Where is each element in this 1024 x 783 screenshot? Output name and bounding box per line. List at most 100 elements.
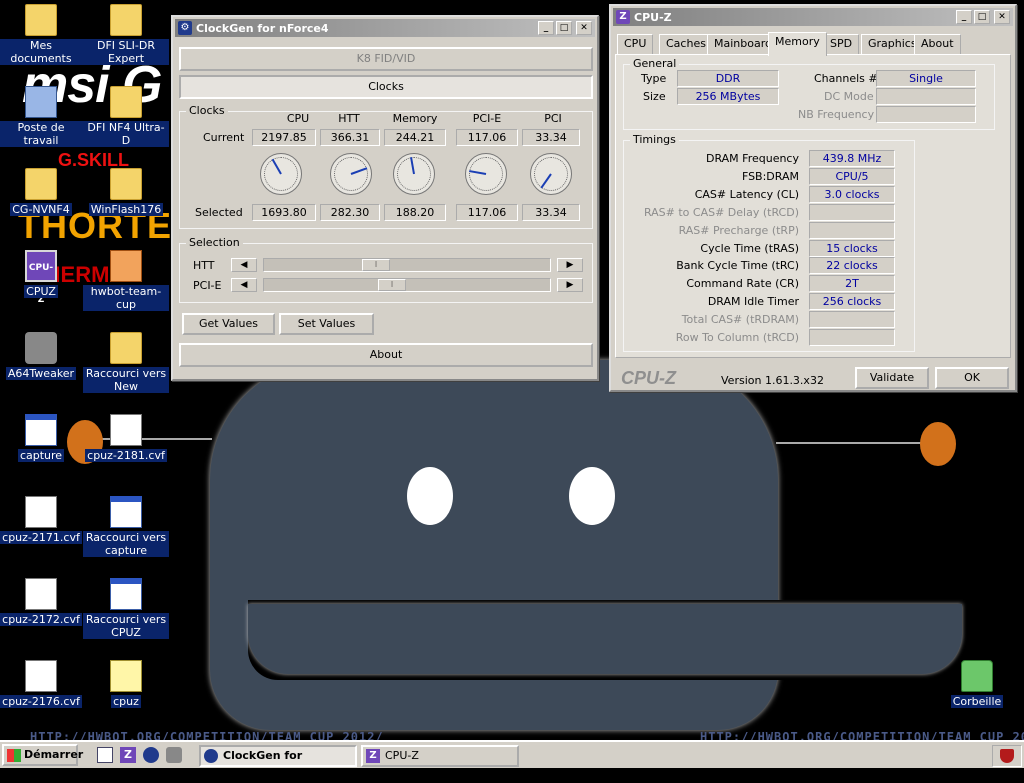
desktop-icon-raccourci-new[interactable]: Raccourci vers New bbox=[83, 332, 169, 393]
k8-fid-vid-button[interactable]: K8 FID/VID bbox=[179, 47, 593, 71]
pcie-slider-label: PCI-E bbox=[193, 279, 222, 292]
desktop-icon-corbeille[interactable]: Corbeille bbox=[934, 660, 1020, 708]
htt-slider-thumb[interactable]: ⁝ bbox=[362, 259, 390, 271]
desktop-icon-winflash[interactable]: WinFlash176 bbox=[83, 168, 169, 216]
desktop-icon-cpuz-2181[interactable]: cpuz-2181.cvf bbox=[83, 414, 169, 462]
cpuz-brand-logo: CPU-Z bbox=[621, 368, 676, 388]
timing-value: 2T bbox=[809, 275, 895, 293]
desktop-icon-hwbot-team-cup[interactable]: hwbot-team-cup bbox=[83, 250, 169, 311]
taskbar-item-label: ClockGen for nForce4 bbox=[223, 749, 303, 780]
cpuz-quicklaunch-icon[interactable]: Z bbox=[120, 747, 136, 763]
clockgen-titlebar[interactable]: ⚙ ClockGen for nForce4 _ □ ✕ bbox=[175, 19, 595, 37]
clockgen-quicklaunch-icon[interactable] bbox=[143, 747, 159, 763]
a64tweaker-quicklaunch-icon[interactable] bbox=[166, 747, 182, 763]
tab-spd[interactable]: SPD bbox=[823, 34, 860, 54]
desktop-icon-mes-documents[interactable]: Mes documents bbox=[0, 4, 84, 65]
maximize-button[interactable]: □ bbox=[974, 10, 990, 24]
desktop-icon-cpuz-2171[interactable]: cpuz-2171.cvf bbox=[0, 496, 84, 544]
minimize-button[interactable]: _ bbox=[956, 10, 972, 24]
taskbar-item-cpuz[interactable]: Z CPU-Z bbox=[361, 745, 519, 767]
cpuz-title: CPU-Z bbox=[634, 10, 672, 24]
maximize-button[interactable]: □ bbox=[556, 21, 572, 35]
close-button[interactable]: ✕ bbox=[576, 21, 592, 35]
desktop-icon-capture[interactable]: capture bbox=[0, 414, 84, 462]
hwbot-icon bbox=[110, 250, 142, 282]
about-button[interactable]: About bbox=[179, 343, 593, 367]
ok-button[interactable]: OK bbox=[935, 367, 1009, 389]
show-desktop-icon[interactable] bbox=[97, 747, 113, 763]
desktop-icon-raccourci-cpuz[interactable]: Raccourci vers CPUZ bbox=[83, 578, 169, 639]
taskbar-item-clockgen[interactable]: ClockGen for nForce4 bbox=[199, 745, 357, 780]
desktop-icon-cpuz-2176[interactable]: cpuz-2176.cvf bbox=[0, 660, 84, 708]
pcie-slider-thumb[interactable]: ⁝ bbox=[378, 279, 406, 291]
selected-cpu-field: 1693.80 bbox=[252, 204, 316, 221]
mascot-right-eye bbox=[569, 467, 615, 525]
desktop-icon-dfi-nf4[interactable]: DFI NF4 Ultra-D bbox=[83, 86, 169, 147]
col-htt-header: HTT bbox=[338, 112, 360, 125]
desktop-icon-label: Corbeille bbox=[950, 695, 1004, 708]
desktop-icon-label: hwbot-team-cup bbox=[83, 285, 169, 311]
desktop-icon-cpuz[interactable]: CPU-Z CPUZ bbox=[0, 250, 84, 305]
htt-decrease-button[interactable]: ◀ bbox=[231, 258, 257, 272]
selection-group-label: Selection bbox=[186, 236, 243, 249]
desktop-icon-label: capture bbox=[17, 449, 65, 462]
pcie-slider[interactable]: ⁝ bbox=[263, 278, 551, 292]
desktop-icon-label: CPUZ bbox=[24, 285, 58, 298]
wallpaper-url-left: HTTP://HWBOT.ORG/COMPETITION/TEAM_CUP_20… bbox=[30, 730, 384, 740]
set-values-button[interactable]: Set Values bbox=[279, 313, 374, 335]
start-button[interactable]: Démarrer bbox=[2, 744, 83, 766]
timing-label: Command Rate (CR) bbox=[686, 277, 799, 291]
cvf-file-icon bbox=[25, 496, 57, 528]
security-shield-icon[interactable] bbox=[1000, 749, 1014, 763]
folder-icon bbox=[110, 168, 142, 200]
timing-value: 22 clocks bbox=[809, 257, 895, 275]
type-label: Type bbox=[641, 72, 667, 85]
tab-about[interactable]: About bbox=[914, 34, 961, 54]
validate-button[interactable]: Validate bbox=[855, 367, 929, 389]
tab-memory[interactable]: Memory bbox=[768, 32, 827, 56]
gauge-needle bbox=[410, 157, 415, 175]
channels-label: Channels # bbox=[814, 72, 878, 85]
desktop-icon-dfi-sli-dr[interactable]: DFI SLI-DR Expert bbox=[83, 4, 169, 65]
timings-group-label: Timings bbox=[630, 133, 679, 146]
get-values-button[interactable]: Get Values bbox=[182, 313, 275, 335]
cpuz-titlebar[interactable]: Z CPU-Z _ □ ✕ bbox=[613, 8, 1013, 26]
tab-cpu[interactable]: CPU bbox=[617, 34, 654, 54]
desktop-icon-label: cpuz-2172.cvf bbox=[0, 613, 82, 626]
close-button[interactable]: ✕ bbox=[994, 10, 1010, 24]
cpuz-app-icon: CPU-Z bbox=[25, 250, 57, 305]
desktop-icon-poste-de-travail[interactable]: Poste de travail bbox=[0, 86, 84, 147]
current-label: Current bbox=[203, 131, 245, 144]
desktop-icon-cpuz-notes[interactable]: cpuz bbox=[83, 660, 169, 708]
timing-value: CPU/5 bbox=[809, 167, 895, 185]
desktop-icon-a64tweaker[interactable]: A64Tweaker bbox=[0, 332, 84, 380]
desktop-icon-cg-nvnf4[interactable]: CG-NVNF4 bbox=[0, 168, 84, 216]
timing-label: Total CAS# (tRDRAM) bbox=[681, 313, 799, 327]
desktop-icon-label: DFI NF4 Ultra-D bbox=[83, 121, 169, 147]
col-memory-header: Memory bbox=[392, 112, 438, 125]
col-pcie-header: PCI-E bbox=[472, 112, 502, 125]
taskbar: Démarrer Z ClockGen for nForce4 Z CPU-Z bbox=[0, 740, 1024, 780]
desktop-icon-label: WinFlash176 bbox=[88, 203, 164, 216]
recycle-bin-icon bbox=[961, 660, 993, 692]
clocks-button[interactable]: Clocks bbox=[179, 75, 593, 99]
tab-caches[interactable]: Caches bbox=[659, 34, 713, 54]
mascot-left-eye bbox=[407, 467, 453, 525]
timing-label: RAS# to CAS# Delay (tRCD) bbox=[643, 205, 799, 219]
type-value: DDR bbox=[677, 70, 779, 87]
wallpaper-url-right: HTTP://HWBOT.ORG/COMPETITION/TEAM_CUP_20… bbox=[700, 730, 1024, 740]
pcie-increase-button[interactable]: ▶ bbox=[557, 278, 583, 292]
mascot-chin bbox=[248, 604, 962, 674]
timing-label: DRAM Frequency bbox=[705, 152, 799, 165]
htt-slider[interactable]: ⁝ bbox=[263, 258, 551, 272]
timing-label: RAS# Precharge (tRP) bbox=[678, 223, 799, 237]
desktop-icon-cpuz-2172[interactable]: cpuz-2172.cvf bbox=[0, 578, 84, 626]
timing-label: Bank Cycle Time (tRC) bbox=[676, 259, 799, 273]
htt-increase-button[interactable]: ▶ bbox=[557, 258, 583, 272]
gauge-needle bbox=[350, 167, 368, 175]
cvf-file-icon bbox=[25, 578, 57, 610]
cpu-gauge bbox=[260, 153, 302, 195]
pcie-decrease-button[interactable]: ◀ bbox=[231, 278, 257, 292]
desktop-icon-raccourci-capture[interactable]: Raccourci vers capture bbox=[83, 496, 169, 557]
minimize-button[interactable]: _ bbox=[538, 21, 554, 35]
